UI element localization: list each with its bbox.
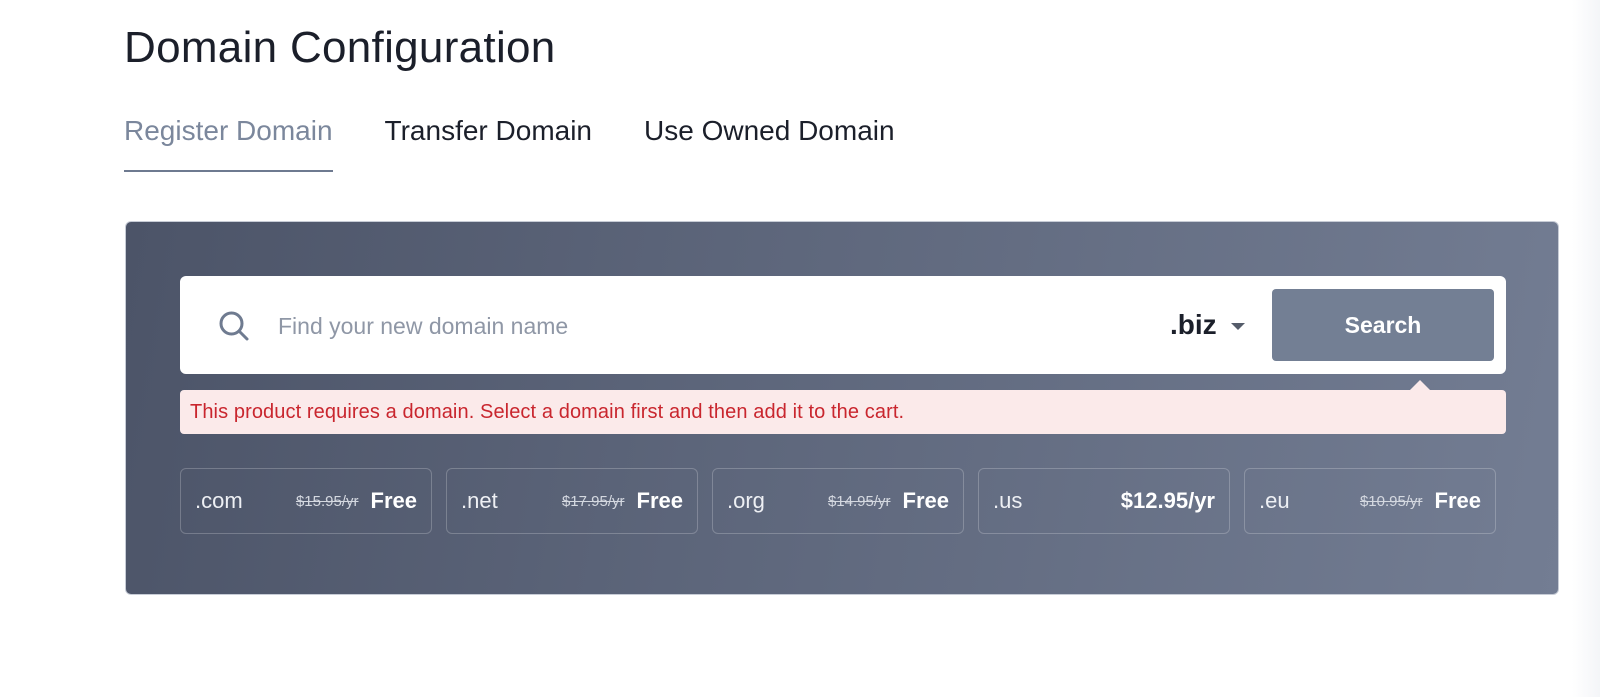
tab-transfer-domain[interactable]: Transfer Domain xyxy=(385,114,592,172)
search-button[interactable]: Search xyxy=(1272,289,1494,361)
tld-suggestions: .com $15.95/yr Free .net $17.95/yr Free … xyxy=(180,468,1506,534)
tld-name: .org xyxy=(727,488,765,513)
tld-price: $12.95/yr xyxy=(1120,488,1215,513)
tld-price: Free xyxy=(902,488,949,513)
tld-dropdown[interactable]: .biz xyxy=(1170,304,1245,346)
tld-card-com[interactable]: .com $15.95/yr Free xyxy=(180,468,432,534)
tld-price: Free xyxy=(636,488,683,513)
tld-price: Free xyxy=(370,488,417,513)
tld-name: .eu xyxy=(1259,488,1290,513)
tld-old-price: $10.95/yr xyxy=(1359,492,1423,510)
page-title: Domain Configuration xyxy=(124,23,556,72)
tab-register-domain[interactable]: Register Domain xyxy=(124,114,333,172)
tld-dropdown-value: .biz xyxy=(1170,309,1217,340)
tld-card-net[interactable]: .net $17.95/yr Free xyxy=(446,468,698,534)
tld-card-org[interactable]: .org $14.95/yr Free xyxy=(712,468,964,534)
domain-search-panel: .biz Search This product requires a doma… xyxy=(125,221,1559,595)
domain-required-alert: This product requires a domain. Select a… xyxy=(180,390,1506,434)
alert-pointer xyxy=(1410,380,1430,390)
scroll-edge xyxy=(1572,0,1600,697)
chevron-down-icon xyxy=(1230,322,1245,330)
domain-tabs: Register Domain Transfer Domain Use Owne… xyxy=(124,114,895,172)
tld-card-us[interactable]: .us $12.95/yr xyxy=(978,468,1230,534)
search-icon xyxy=(219,311,249,341)
tld-old-price: $15.95/yr xyxy=(295,492,359,510)
tld-name: .net xyxy=(461,488,498,513)
domain-search-input[interactable] xyxy=(276,306,1140,346)
tld-old-price: $17.95/yr xyxy=(561,492,625,510)
tld-old-price: $14.95/yr xyxy=(827,492,891,510)
tld-price: Free xyxy=(1434,488,1481,513)
tld-name: .us xyxy=(993,488,1023,513)
tld-card-eu[interactable]: .eu $10.95/yr Free xyxy=(1244,468,1496,534)
tld-name: .com xyxy=(195,488,243,513)
domain-search-box: .biz Search xyxy=(180,276,1506,374)
tab-use-owned-domain[interactable]: Use Owned Domain xyxy=(644,114,895,172)
page: Domain Configuration Register Domain Tra… xyxy=(0,0,1600,697)
